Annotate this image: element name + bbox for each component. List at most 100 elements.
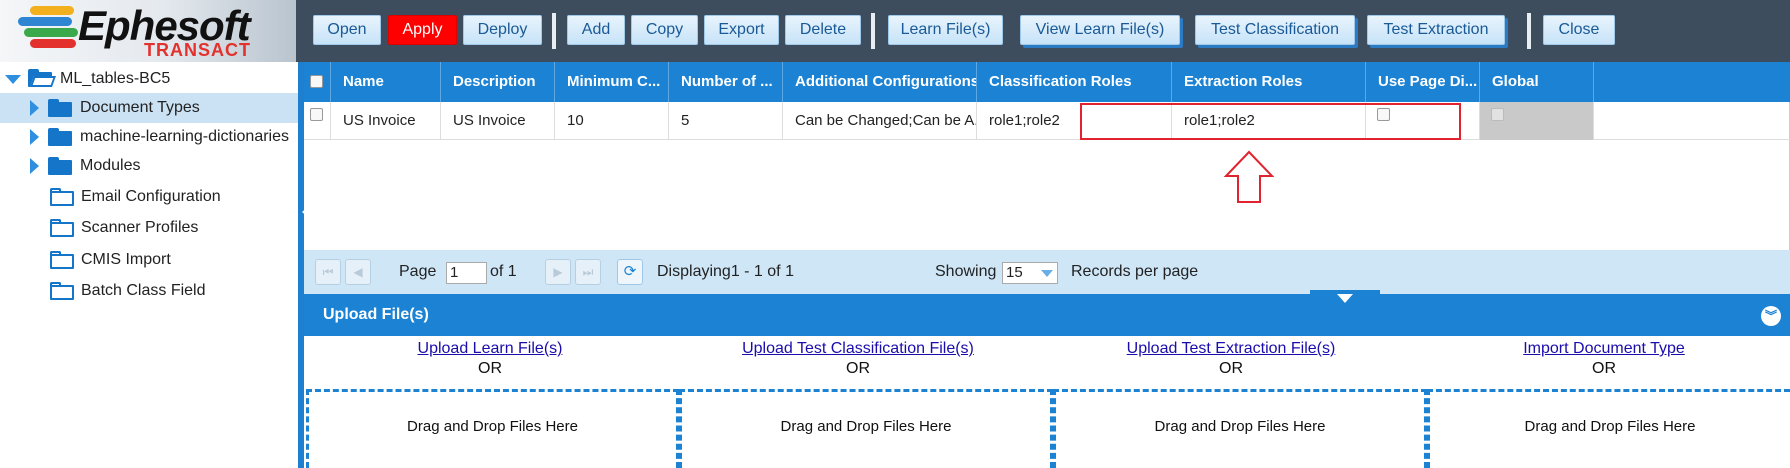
test-extraction-button[interactable]: Test Extraction xyxy=(1367,15,1505,45)
top-toolbar: Ephesoft TRANSACT Open Apply Deploy Add … xyxy=(0,0,1790,62)
or-label: OR xyxy=(1592,360,1616,377)
logo-subtitle: TRANSACT xyxy=(144,40,251,60)
column-header-extraction-roles[interactable]: Extraction Roles xyxy=(1172,62,1366,102)
upload-panel-title: Upload File(s) xyxy=(323,306,429,323)
records-per-page-select[interactable]: 15 xyxy=(1002,262,1058,284)
open-button[interactable]: Open xyxy=(313,15,381,45)
first-page-button[interactable]: ⏮ xyxy=(315,259,341,285)
previous-page-button[interactable]: ◀ xyxy=(345,259,371,285)
test-classification-button[interactable]: Test Classification xyxy=(1195,15,1355,45)
table-row[interactable]: US Invoice US Invoice 10 5 Can be Change… xyxy=(304,102,1790,140)
tree-root[interactable]: ML_tables-BC5 xyxy=(0,64,298,94)
close-button[interactable]: Close xyxy=(1543,15,1615,45)
cell-minimum[interactable]: 10 xyxy=(555,102,669,140)
logo-stripe xyxy=(24,28,78,37)
tree-item-scanner-profiles[interactable]: Scanner Profiles xyxy=(0,213,298,243)
folder-outline-icon xyxy=(50,282,74,300)
export-button[interactable]: Export xyxy=(704,15,779,45)
tree-item-batch-class-field[interactable]: Batch Class Field xyxy=(0,276,298,306)
folder-filled-icon xyxy=(48,99,72,117)
folder-outline-icon xyxy=(50,219,74,237)
tree-item-label: Scanner Profiles xyxy=(81,219,199,236)
chevron-right-icon[interactable] xyxy=(30,129,39,145)
showing-label: Showing xyxy=(935,263,997,280)
cell-global xyxy=(1480,102,1594,140)
grid-header: Name Description Minimum C... Number of … xyxy=(304,62,1790,102)
apply-button[interactable]: Apply xyxy=(388,15,457,45)
row-checkbox[interactable] xyxy=(310,108,323,121)
records-per-page-value: 15 xyxy=(1006,264,1023,281)
copy-button[interactable]: Copy xyxy=(631,15,698,45)
tree-item-label: Document Types xyxy=(80,99,200,116)
tree-root-label: ML_tables-BC5 xyxy=(60,70,171,87)
tree-item-cmis-import[interactable]: CMIS Import xyxy=(0,245,298,275)
delete-button[interactable]: Delete xyxy=(785,15,861,45)
tree-item-document-types[interactable]: Document Types xyxy=(0,93,298,123)
toolbar-separator xyxy=(1527,13,1531,49)
column-header-name[interactable]: Name xyxy=(331,62,441,102)
import-document-type-link[interactable]: Import Document Type xyxy=(1423,340,1785,358)
dropdown-arrow-icon xyxy=(1041,270,1053,277)
select-all-cell xyxy=(304,62,331,102)
toolbar-separator xyxy=(871,13,875,49)
upload-test-extraction-link[interactable]: Upload Test Extraction File(s) xyxy=(1050,340,1412,358)
panel-toggle-button[interactable] xyxy=(1310,290,1380,303)
column-header-global[interactable]: Global xyxy=(1480,62,1594,102)
folder-open-icon xyxy=(28,69,57,87)
highlight-box xyxy=(1080,103,1461,140)
cell-name[interactable]: US Invoice xyxy=(331,102,441,140)
chevron-down-icon xyxy=(1337,294,1353,303)
ephesoft-logo: Ephesoft TRANSACT xyxy=(0,0,296,62)
tree-item-label: Email Configuration xyxy=(81,188,221,205)
chevron-right-icon[interactable] xyxy=(30,158,39,174)
column-header-classification-roles[interactable]: Classification Roles xyxy=(977,62,1172,102)
cell-number[interactable]: 5 xyxy=(669,102,783,140)
pagination-bar: ⏮ ◀ Page 1 of 1 ▶ ⏭ ⟳ Displaying1 - 1 of… xyxy=(304,250,1790,294)
cell-description[interactable]: US Invoice xyxy=(441,102,555,140)
tree-item-machine-learning-dictionaries[interactable]: machine-learning-dictionaries xyxy=(0,122,298,152)
cell-additional-configurations[interactable]: Can be Changed;Can be A... xyxy=(783,102,977,140)
folder-filled-icon xyxy=(48,128,72,146)
tree-item-label: Modules xyxy=(80,157,141,174)
folder-outline-icon xyxy=(50,188,74,206)
page-number-input[interactable]: 1 xyxy=(446,262,487,284)
collapse-chevron-icon[interactable]: ︾ xyxy=(1761,306,1781,326)
upload-panel-header: Upload File(s) ︾ xyxy=(304,290,1790,336)
refresh-icon[interactable]: ⟳ xyxy=(617,259,643,285)
tree-item-label: machine-learning-dictionaries xyxy=(80,128,289,145)
logo-stripe xyxy=(18,17,72,26)
logo-stripe xyxy=(30,6,74,15)
records-per-page-label: Records per page xyxy=(1071,263,1199,280)
last-page-button[interactable]: ⏭ xyxy=(575,259,601,285)
view-learn-files-button[interactable]: View Learn File(s) xyxy=(1020,15,1180,45)
drop-zone-test-extraction[interactable]: Drag and Drop Files Here xyxy=(1053,389,1427,468)
drop-zone-test-classification[interactable]: Drag and Drop Files Here xyxy=(679,389,1053,468)
drop-zone-import[interactable]: Drag and Drop Files Here xyxy=(1427,389,1790,468)
next-page-button[interactable]: ▶ xyxy=(545,259,571,285)
upload-learn-files-link[interactable]: Upload Learn File(s) xyxy=(304,340,676,358)
page-label: Page xyxy=(399,263,437,280)
drop-zone-learn[interactable]: Drag and Drop Files Here xyxy=(306,389,679,468)
deploy-button[interactable]: Deploy xyxy=(463,15,542,45)
select-all-checkbox[interactable] xyxy=(310,75,323,88)
add-button[interactable]: Add xyxy=(567,15,625,45)
column-header-minimum[interactable]: Minimum C... xyxy=(555,62,669,102)
up-arrow-annotation-icon xyxy=(1224,150,1274,203)
row-select-cell xyxy=(304,102,331,140)
chevron-right-icon[interactable] xyxy=(30,100,39,116)
column-header-description[interactable]: Description xyxy=(441,62,555,102)
tree-item-email-configuration[interactable]: Email Configuration xyxy=(0,182,298,212)
tree-item-modules[interactable]: Modules xyxy=(0,151,298,181)
upload-test-classification-link[interactable]: Upload Test Classification File(s) xyxy=(677,340,1039,358)
learn-files-button[interactable]: Learn File(s) xyxy=(888,15,1003,45)
logo-stripe xyxy=(30,39,76,48)
or-label: OR xyxy=(846,360,870,377)
toolbar-separator xyxy=(552,13,556,49)
folder-outline-icon xyxy=(50,251,74,269)
displaying-status: Displaying1 - 1 of 1 xyxy=(657,263,794,280)
or-label: OR xyxy=(1219,360,1243,377)
chevron-down-icon[interactable] xyxy=(5,75,21,84)
column-header-additional-configurations[interactable]: Additional Configurations xyxy=(783,62,977,102)
column-header-use-page[interactable]: Use Page Di... xyxy=(1366,62,1480,102)
column-header-number[interactable]: Number of ... xyxy=(669,62,783,102)
